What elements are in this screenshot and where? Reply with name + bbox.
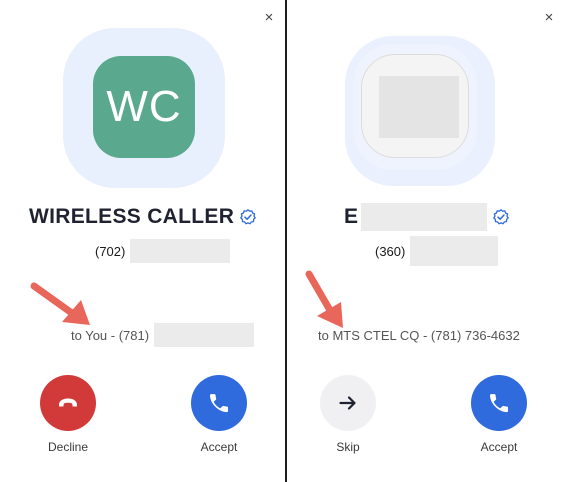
verified-badge-icon (240, 209, 257, 225)
redacted-avatar-image (379, 76, 459, 138)
caller-name-row: WIRELESS CALLER (29, 202, 257, 232)
caller-phone-prefix: (702) (95, 243, 126, 259)
called-line-row: to MTS CTEL CQ - (781) 736-4632 (318, 322, 520, 348)
decline-button[interactable] (40, 375, 96, 431)
caller-name: WIRELESS CALLER (29, 205, 235, 228)
verified-badge-icon (493, 209, 510, 225)
accept-label: Accept (480, 440, 518, 454)
caller-phone-row: (702) (95, 238, 231, 264)
redacted-called-number (154, 323, 255, 347)
avatar-initials: WC (93, 56, 195, 158)
redacted-phone-number (130, 239, 231, 263)
accept-button[interactable] (191, 375, 247, 431)
caller-phone-prefix: (360) (375, 243, 406, 259)
skip-button[interactable] (320, 375, 376, 431)
arrow-right-icon (339, 396, 356, 410)
caller-avatar (345, 36, 495, 186)
caller-avatar: WC (63, 28, 225, 188)
redacted-phone-number (410, 236, 499, 266)
accept-action: Accept (459, 375, 539, 454)
phone-icon (490, 394, 508, 413)
redacted-caller-name (361, 203, 488, 231)
close-button[interactable]: × (541, 10, 557, 26)
decline-action: Decline (28, 375, 108, 454)
called-line-text: to You - (781) (71, 327, 150, 343)
close-button[interactable]: × (261, 10, 277, 26)
accept-action: Accept (179, 375, 259, 454)
accept-label: Accept (200, 440, 238, 454)
caller-name: E (344, 205, 359, 228)
incoming-call-card-left: × WC WIRELESS CALLER (702) to You - (781… (0, 0, 285, 482)
accept-button[interactable] (471, 375, 527, 431)
decline-label: Decline (47, 440, 89, 454)
phone-icon (210, 394, 228, 413)
incoming-call-card-right: × E (360) to MTS CTEL CQ - (781) 736-463… (287, 0, 569, 482)
caller-name-row: E (344, 202, 510, 232)
called-line-text: to MTS CTEL CQ - (781) 736-4632 (318, 327, 520, 343)
called-line-row: to You - (781) (71, 322, 255, 348)
annotation-arrow-icon (30, 282, 90, 325)
skip-action: Skip (308, 375, 388, 454)
caller-phone-row: (360) (375, 236, 499, 266)
hang-up-icon (59, 398, 77, 407)
skip-label: Skip (336, 440, 360, 454)
